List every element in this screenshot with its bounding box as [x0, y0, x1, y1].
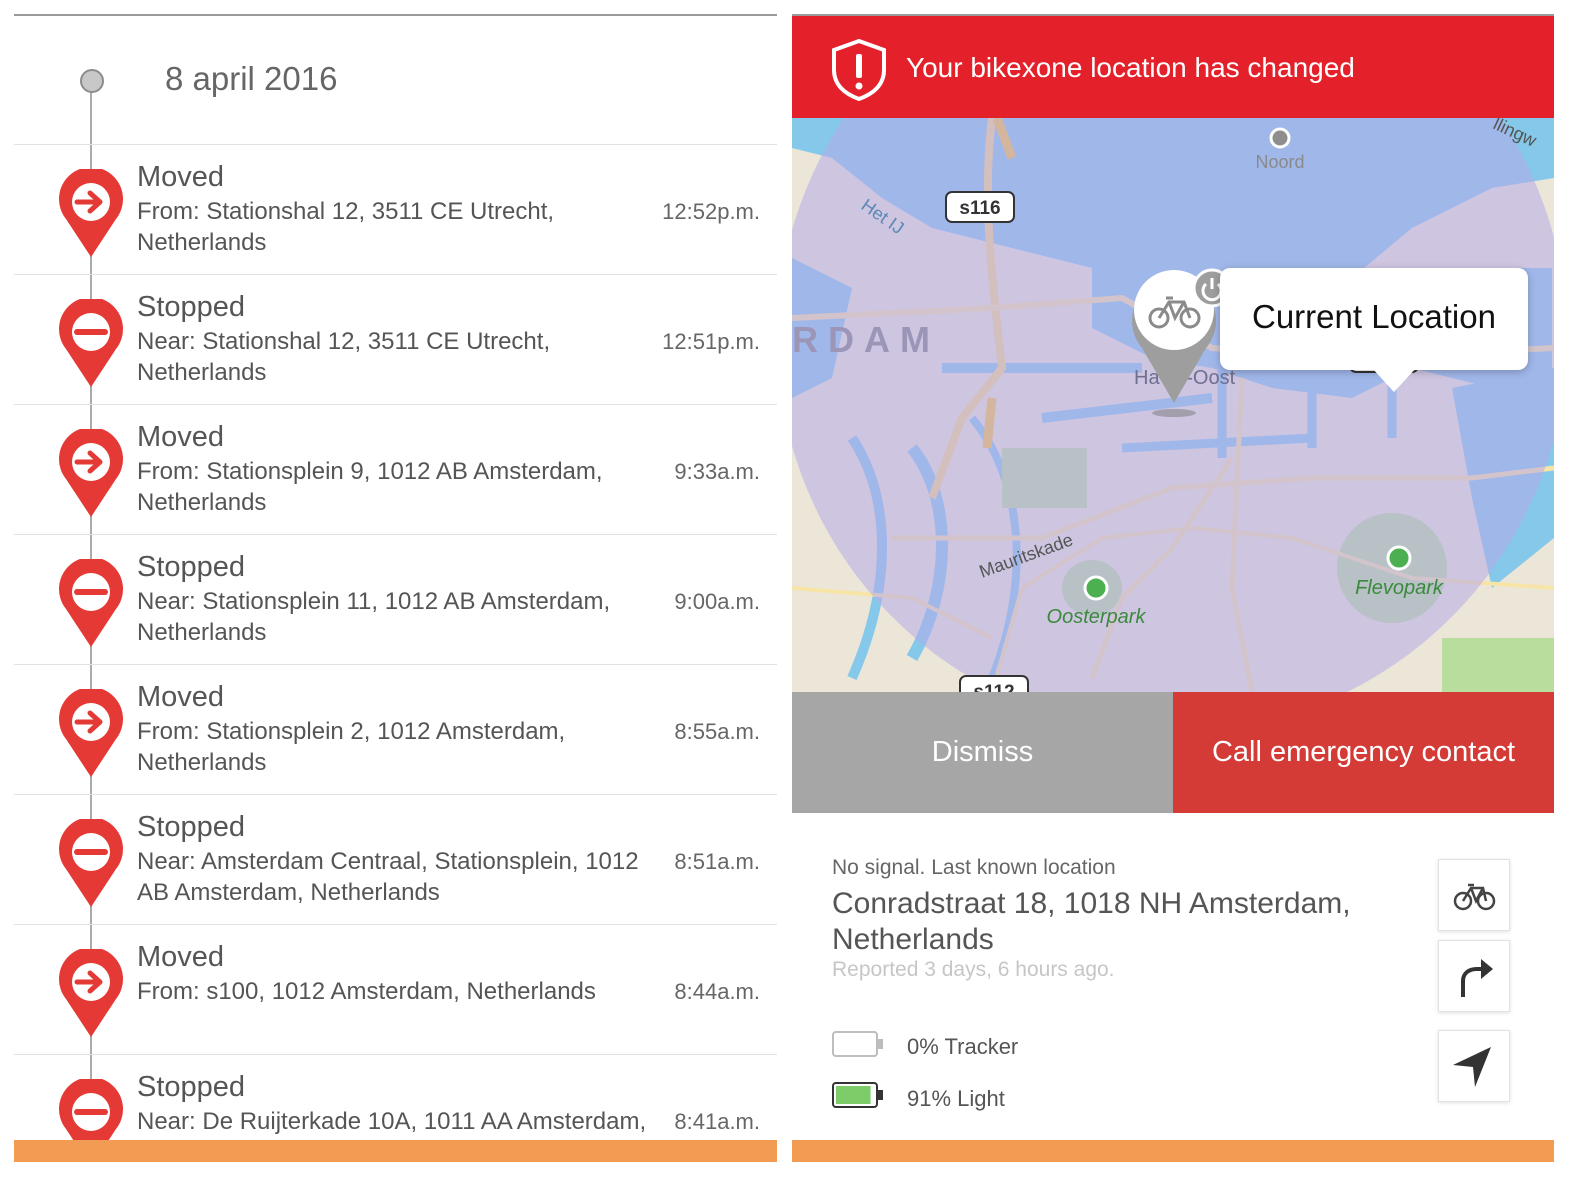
call-emergency-contact-button[interactable]: Call emergency contact — [1173, 692, 1554, 813]
timeline-panel: 8 april 2016 Moved From: Stationshal 12, … — [14, 14, 777, 1162]
alert-message: Your bikexone location has changed — [906, 52, 1355, 83]
event-address: Near: Stationshal 12, 3511 CE Utrecht, N… — [137, 328, 551, 386]
event-title: Stopped — [137, 811, 246, 843]
bike-button[interactable] — [1438, 859, 1510, 931]
top-divider — [14, 14, 777, 16]
map-label-flevopark: Flevopark — [1355, 577, 1444, 599]
timeline-pin — [59, 299, 123, 387]
event-title: Moved — [137, 941, 225, 973]
last-known-address: Conradstraat 18, 1018 NH Amsterdam, Neth… — [832, 887, 1351, 956]
navigate-icon — [1453, 1047, 1491, 1087]
map-canvas: s116 s114 s112 Het IJ RDAM Noord Ha ns-O… — [792, 118, 1554, 692]
map-label-oosterpark: Oosterpark — [1047, 606, 1147, 628]
alert-panel: Your bikexone location has changed s116 … — [792, 14, 1554, 1162]
event-title: Stopped — [137, 1071, 246, 1103]
tracker-battery-label: 0% Tracker — [907, 1034, 1019, 1059]
event-time: 9:00a.m. — [674, 589, 760, 614]
event-time: 8:51a.m. — [674, 849, 760, 874]
shield-alert-icon — [832, 38, 886, 102]
timeline-row[interactable]: Moved From: Stationsplein 9, 1012 AB Amst… — [14, 404, 777, 535]
light-battery-label: 91% Light — [907, 1086, 1005, 1111]
alert-banner: Your bikexone location has changed — [792, 14, 1554, 118]
event-time: 8:44a.m. — [674, 979, 760, 1004]
tab-bar[interactable] — [14, 1140, 777, 1162]
event-title: Stopped — [137, 291, 246, 323]
event-address: From: Stationshal 12, 3511 CE Utrecht, N… — [137, 198, 555, 256]
timeline-pin — [59, 559, 123, 647]
light-battery-icon — [832, 1082, 883, 1108]
timeline-pin — [59, 949, 123, 1037]
event-address: Near: Amsterdam Centraal, Stationsplein,… — [137, 848, 639, 906]
timeline-row[interactable]: Stopped Near: Amsterdam Centraal, Station… — [14, 794, 777, 925]
timeline-pin — [59, 819, 123, 907]
event-time: 12:51p.m. — [662, 329, 760, 354]
event-title: Moved — [137, 161, 225, 193]
current-location-callout: Current Location — [1220, 268, 1528, 392]
map-label-rdam: RDAM — [792, 319, 940, 360]
turn-right-icon — [1461, 959, 1493, 997]
navigate-button[interactable] — [1438, 1030, 1510, 1102]
timeline-pin — [59, 429, 123, 517]
event-address: From: s100, 1012 Amsterdam, Netherlands — [137, 978, 596, 1005]
event-title: Moved — [137, 681, 225, 713]
svg-text:s116: s116 — [959, 198, 1000, 219]
dismiss-button[interactable]: Dismiss — [792, 692, 1173, 813]
event-address: From: Stationsplein 2, 1012 Amsterdam, N… — [137, 718, 566, 776]
timeline-row[interactable]: Stopped Near: Stationsplein 11, 1012 AB A… — [14, 534, 777, 665]
svg-text:s112: s112 — [973, 682, 1014, 692]
event-address: Near: De Ruijterkade 10A, 1011 AA Amster… — [137, 1108, 647, 1135]
callout-label: Current Location — [1252, 298, 1496, 335]
tracker-battery-icon — [832, 1031, 883, 1057]
route-shield-s112: s112 — [959, 675, 1029, 692]
route-shield-s116: s116 — [945, 191, 1015, 223]
timeline-pin — [59, 169, 123, 257]
event-time: 9:33a.m. — [674, 459, 760, 484]
timeline-row[interactable]: Moved From: Stationsplein 2, 1012 Amsterd… — [14, 664, 777, 795]
timeline-row[interactable]: Moved From: s100, 1012 Amsterdam, Netherl… — [14, 924, 777, 1055]
timeline-row[interactable]: Stopped Near: Stationshal 12, 3511 CE Utr… — [14, 274, 777, 405]
event-time: 8:41a.m. — [674, 1109, 760, 1134]
signal-status: No signal. Last known location — [832, 856, 1116, 879]
timeline-pin — [59, 689, 123, 777]
tab-bar[interactable] — [792, 1140, 1554, 1162]
event-title: Stopped — [137, 551, 246, 583]
event-address: Near: Stationsplein 11, 1012 AB Amsterda… — [137, 588, 611, 646]
reported-time: Reported 3 days, 6 hours ago. — [832, 958, 1115, 981]
timeline-row[interactable]: Moved From: Stationshal 12, 3511 CE Utrec… — [14, 144, 777, 275]
directions-button[interactable] — [1438, 940, 1510, 1012]
date-marker — [80, 69, 104, 93]
map-view[interactable]: s116 s114 s112 Het IJ RDAM Noord Ha ns-O… — [792, 118, 1554, 692]
timeline-date: 8 april 2016 — [165, 60, 338, 97]
event-time: 12:52p.m. — [662, 199, 760, 224]
event-address: From: Stationsplein 9, 1012 AB Amsterdam… — [137, 458, 603, 516]
event-title: Moved — [137, 421, 225, 453]
bike-icon — [1453, 883, 1496, 911]
event-time: 8:55a.m. — [674, 719, 760, 744]
map-label-noord: Noord — [1255, 152, 1304, 172]
